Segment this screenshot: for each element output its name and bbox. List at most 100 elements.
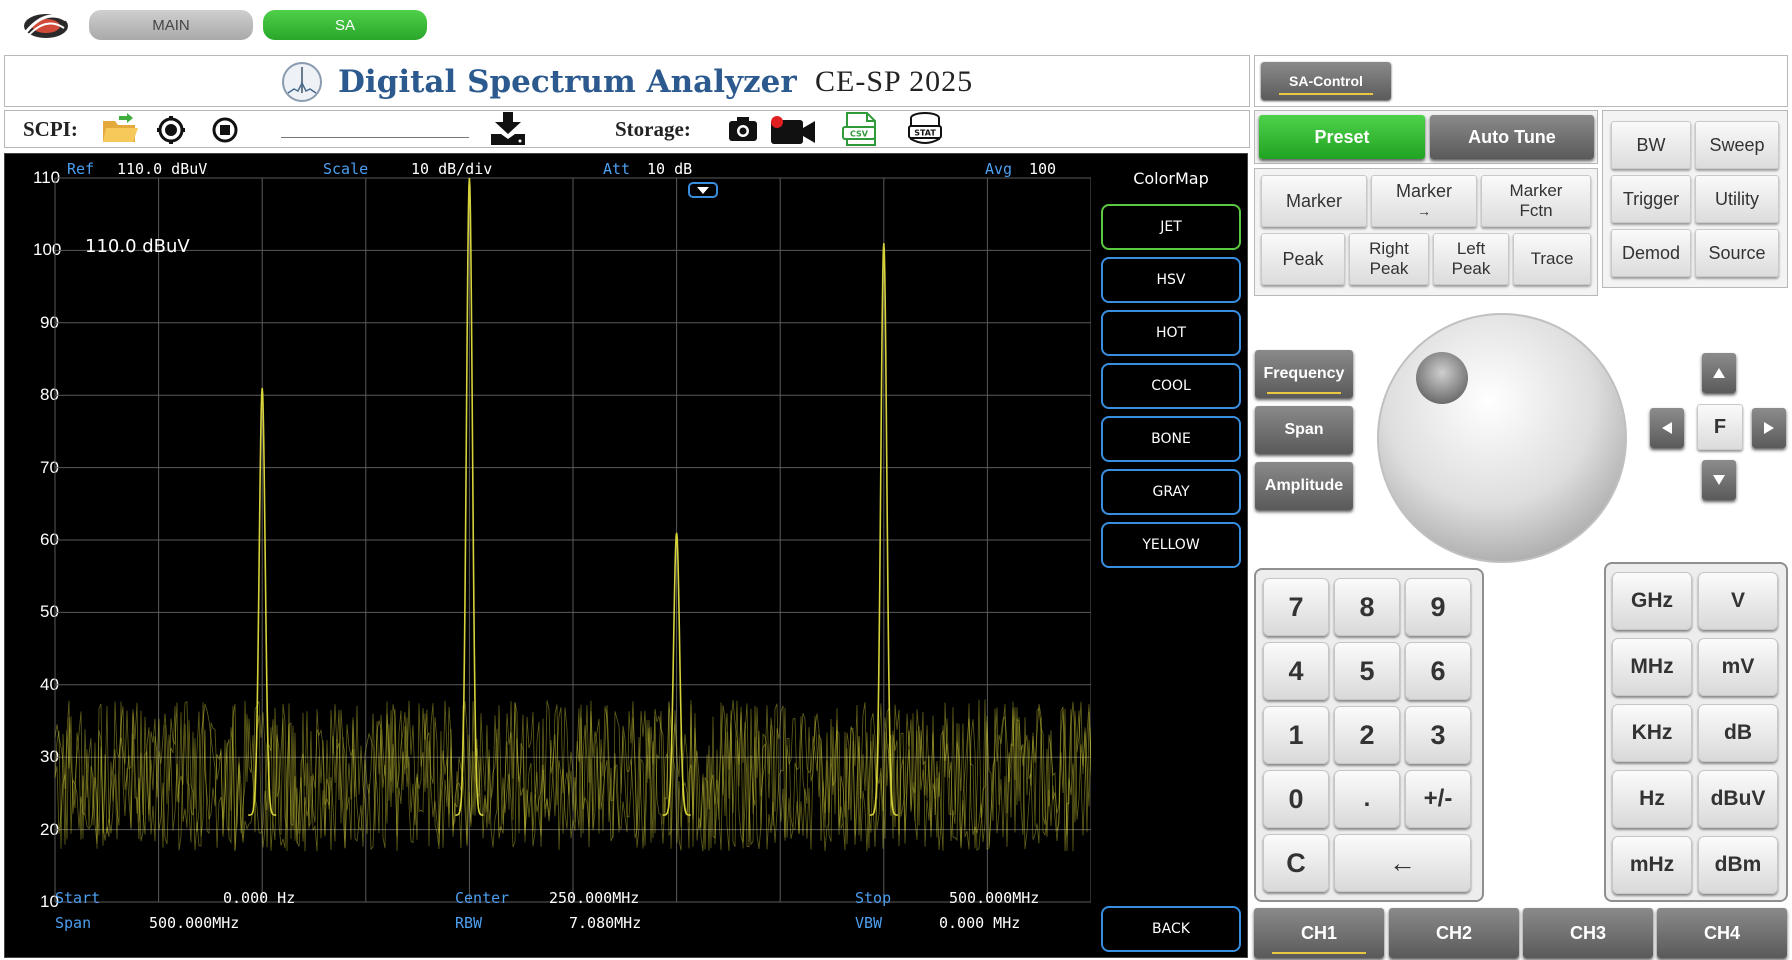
unit-key-dbm[interactable]: dBm <box>1698 836 1778 894</box>
csv-export-icon[interactable]: CSV <box>841 111 881 152</box>
arrow-left-icon <box>1662 422 1672 434</box>
record-icon[interactable] <box>157 116 185 149</box>
source-button[interactable]: Source <box>1695 229 1779 277</box>
stat-icon-text: STAT <box>914 129 936 138</box>
left-peak-button[interactable]: Left Peak <box>1433 233 1509 285</box>
keypad-key[interactable]: 1 <box>1263 706 1329 764</box>
utility-button[interactable]: Utility <box>1695 175 1779 223</box>
unit-key-dbuv[interactable]: dBuV <box>1698 770 1778 828</box>
span-button[interactable]: Span <box>1255 406 1353 454</box>
vbw-label: VBW <box>855 914 883 932</box>
marker-to-arrow-icon: → <box>1417 203 1431 219</box>
keypad-key[interactable]: 0 <box>1263 770 1329 828</box>
sa-control-underline <box>1279 93 1373 95</box>
spectrum-display[interactable]: Ref 110.0 dBuV Scale 10 dB/div Att 10 dB… <box>4 153 1248 958</box>
download-icon[interactable] <box>489 112 527 151</box>
marker-to-button[interactable]: Marker → <box>1371 175 1477 227</box>
unit-key-mhz[interactable]: MHz <box>1612 638 1692 696</box>
right-peak-button[interactable]: Right Peak <box>1349 233 1429 285</box>
marker-fctn-label-1: Marker <box>1509 181 1563 200</box>
antenna-logo-icon <box>280 61 324 108</box>
right-peak-label-1: Right <box>1369 239 1409 258</box>
open-folder-icon[interactable] <box>101 113 139 150</box>
keypad-clear-button[interactable]: C <box>1263 834 1329 892</box>
channel-1-underline <box>1272 952 1366 954</box>
peak-button[interactable]: Peak <box>1261 233 1345 285</box>
colormap-hsv-button[interactable]: HSV <box>1101 257 1241 303</box>
stop-icon[interactable] <box>211 116 239 149</box>
frequency-button[interactable]: Frequency <box>1255 350 1353 398</box>
stop-value[interactable]: 500.000MHz <box>949 889 1039 907</box>
keypad-key[interactable]: 4 <box>1263 642 1329 700</box>
channel-4-button[interactable]: CH4 <box>1657 908 1787 958</box>
keypad-key[interactable]: 9 <box>1405 578 1471 636</box>
preset-panel: Preset Auto Tune <box>1254 110 1598 164</box>
unit-key-mv[interactable]: mV <box>1698 638 1778 696</box>
down-arrow-button[interactable] <box>1702 460 1736 500</box>
sa-control-label: SA-Control <box>1289 73 1363 89</box>
rotary-knob[interactable] <box>1374 310 1630 571</box>
colormap-gray-button[interactable]: GRAY <box>1101 469 1241 515</box>
scpi-command-field[interactable] <box>281 137 469 138</box>
ref-level-overlay: 110.0 dBuV <box>85 236 190 257</box>
bw-button[interactable]: BW <box>1611 121 1691 169</box>
span-value[interactable]: 500.000MHz <box>149 914 239 932</box>
marker-group <box>688 182 718 198</box>
arrow-down-icon <box>1713 475 1725 485</box>
left-arrow-button[interactable] <box>1650 408 1684 448</box>
arrow-up-icon <box>1713 368 1725 378</box>
keypad-key[interactable]: 2 <box>1334 706 1400 764</box>
colormap-yellow-button[interactable]: YELLOW <box>1101 522 1241 568</box>
keypad-backspace-button[interactable]: ← <box>1334 834 1471 892</box>
span-label: Span <box>55 914 92 932</box>
fine-button[interactable]: F <box>1697 404 1743 450</box>
keypad-key[interactable]: 8 <box>1334 578 1400 636</box>
stat-icon[interactable]: STAT <box>905 111 945 152</box>
colormap-cool-button[interactable]: COOL <box>1101 363 1241 409</box>
channel-3-button[interactable]: CH3 <box>1523 908 1653 958</box>
unit-key-hz[interactable]: Hz <box>1612 770 1692 828</box>
start-value[interactable]: 0.000 Hz <box>223 889 295 907</box>
demod-button[interactable]: Demod <box>1611 229 1691 277</box>
camera-icon[interactable] <box>727 115 759 148</box>
keypad-key[interactable]: 7 <box>1263 578 1329 636</box>
keypad-key[interactable]: +/- <box>1405 770 1471 828</box>
marker-button[interactable]: Marker <box>1261 175 1367 227</box>
right-arrow-button[interactable] <box>1752 408 1786 448</box>
keypad-key[interactable]: 3 <box>1405 706 1471 764</box>
spectrum-chart[interactable] <box>5 154 1091 959</box>
keypad-key[interactable]: 5 <box>1334 642 1400 700</box>
storage-label: Storage: <box>615 117 691 141</box>
app-logo-icon <box>20 6 72 46</box>
function-panel: BW Sweep Trigger Utility Demod Source <box>1602 110 1788 288</box>
unit-key-ghz[interactable]: GHz <box>1612 572 1692 630</box>
amplitude-button[interactable]: Amplitude <box>1255 462 1353 510</box>
tab-main[interactable]: MAIN <box>89 10 253 40</box>
keypad-key[interactable]: 6 <box>1405 642 1471 700</box>
arrow-right-icon <box>1764 422 1774 434</box>
unit-key-mhz[interactable]: mHz <box>1612 836 1692 894</box>
unit-key-khz[interactable]: KHz <box>1612 704 1692 762</box>
sa-control-button[interactable]: SA-Control <box>1261 62 1391 100</box>
trigger-button[interactable]: Trigger <box>1611 175 1691 223</box>
unit-key-db[interactable]: dB <box>1698 704 1778 762</box>
sweep-button[interactable]: Sweep <box>1695 121 1779 169</box>
video-record-icon[interactable] <box>769 114 817 151</box>
back-button[interactable]: BACK <box>1101 906 1241 952</box>
up-arrow-button[interactable] <box>1702 353 1736 393</box>
channel-2-button[interactable]: CH2 <box>1389 908 1519 958</box>
vbw-value[interactable]: 0.000 MHz <box>939 914 1020 932</box>
channel-1-button[interactable]: CH1 <box>1254 908 1384 958</box>
auto-tune-button[interactable]: Auto Tune <box>1430 115 1594 159</box>
center-value[interactable]: 250.000MHz <box>549 889 639 907</box>
colormap-jet-button[interactable]: JET <box>1101 204 1241 250</box>
colormap-bone-button[interactable]: BONE <box>1101 416 1241 462</box>
keypad-key[interactable]: . <box>1334 770 1400 828</box>
colormap-hot-button[interactable]: HOT <box>1101 310 1241 356</box>
marker-fctn-button[interactable]: Marker Fctn <box>1481 175 1591 227</box>
trace-button[interactable]: Trace <box>1513 233 1591 285</box>
tab-sa[interactable]: SA <box>263 10 427 40</box>
preset-button[interactable]: Preset <box>1259 115 1425 159</box>
rbw-value[interactable]: 7.080MHz <box>569 914 641 932</box>
unit-key-v[interactable]: V <box>1698 572 1778 630</box>
